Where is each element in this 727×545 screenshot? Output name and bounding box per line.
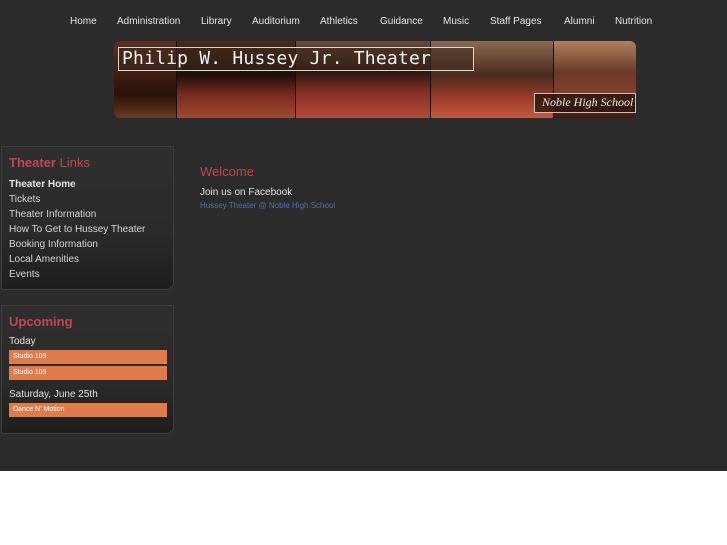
- sidebar-link-booking-information[interactable]: Booking Information: [9, 239, 98, 250]
- top-navigation: Home Administration Library Auditorium A…: [0, 10, 727, 34]
- nav-staff-pages[interactable]: Staff Pages: [490, 16, 542, 27]
- sidebar-link-theater-information[interactable]: Theater Information: [9, 209, 96, 220]
- banner-title: Philip W. Hussey Jr. Theater: [122, 48, 432, 69]
- banner-subtitle: Noble High School: [542, 95, 634, 109]
- upcoming-box: Upcoming Today Studio 109 Studio 109 Sat…: [1, 305, 174, 434]
- sidebar-link-tickets[interactable]: Tickets: [9, 194, 40, 205]
- heading-highlight: Theater: [9, 155, 56, 170]
- nav-administration[interactable]: Administration: [117, 16, 180, 27]
- facebook-intro-text: Join us on Facebook: [200, 187, 293, 198]
- sidebar-link-theater-home[interactable]: Theater Home: [9, 179, 76, 190]
- welcome-heading: Welcome: [200, 164, 254, 179]
- header-banner: Philip W. Hussey Jr. Theater Noble High …: [114, 41, 636, 118]
- sidebar-link-local-amenities[interactable]: Local Amenities: [9, 254, 79, 265]
- event-item[interactable]: Studio 109: [9, 366, 167, 380]
- day-label: Saturday, June 25th: [9, 389, 98, 400]
- nav-home[interactable]: Home: [70, 16, 97, 27]
- heading-rest: Links: [59, 155, 90, 170]
- nav-auditorium[interactable]: Auditorium: [252, 16, 300, 27]
- page: Home Administration Library Auditorium A…: [0, 0, 727, 471]
- theater-links-heading: Theater Links: [9, 155, 90, 170]
- nav-library[interactable]: Library: [201, 16, 232, 27]
- nav-alumni[interactable]: Alumni: [564, 16, 595, 27]
- nav-music[interactable]: Music: [443, 16, 469, 27]
- event-item[interactable]: Dance N' Motion: [9, 403, 167, 417]
- sidebar-link-events[interactable]: Events: [9, 269, 40, 280]
- nav-nutrition[interactable]: Nutrition: [615, 16, 652, 27]
- nav-athletics[interactable]: Athletics: [320, 16, 358, 27]
- nav-guidance[interactable]: Guidance: [380, 16, 423, 27]
- theater-links-box: Theater Links Theater Home Tickets Theat…: [1, 146, 174, 290]
- facebook-link[interactable]: Hussey Theater @ Noble High School: [200, 201, 335, 210]
- day-label: Today: [9, 336, 36, 347]
- event-item[interactable]: Studio 109: [9, 350, 167, 364]
- upcoming-heading: Upcoming: [9, 314, 73, 329]
- sidebar-link-directions[interactable]: How To Get to Hussey Theater: [9, 224, 145, 235]
